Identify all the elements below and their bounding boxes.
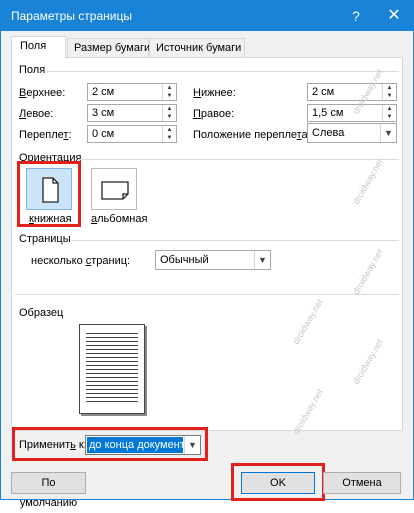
gutter-spinner[interactable]: 0 см ▲ ▼	[87, 125, 177, 143]
spinner-arrows: ▲ ▼	[382, 84, 396, 100]
preview-section-title: Образец	[19, 307, 64, 319]
spinner-arrows: ▲ ▼	[162, 126, 176, 142]
dialog-title: Параметры страницы	[11, 9, 132, 23]
margins-separator	[47, 71, 399, 72]
preview-text-line	[86, 381, 138, 382]
chevron-down-icon[interactable]: ▼	[380, 124, 396, 142]
margins-section-title: Поля	[19, 64, 46, 76]
preview-text-line	[86, 389, 138, 390]
preview-text-line	[86, 385, 138, 386]
apply-to-label: Применить к:	[19, 439, 87, 451]
title-bar: Параметры страницы ? ✕	[1, 1, 413, 31]
spin-up-icon[interactable]: ▲	[163, 126, 176, 134]
spinner-arrows: ▲ ▼	[162, 84, 176, 100]
chevron-down-icon[interactable]: ▼	[184, 436, 200, 454]
orientation-separator	[79, 159, 399, 160]
left-margin-spinner[interactable]: 3 см ▲ ▼	[87, 104, 177, 122]
preview-page	[79, 324, 145, 414]
preview-text-line	[86, 341, 138, 342]
gutter-label: Переплет:	[19, 129, 72, 141]
spin-down-icon[interactable]: ▼	[163, 134, 176, 142]
spin-down-icon[interactable]: ▼	[163, 92, 176, 100]
preview-top-separator	[15, 294, 399, 295]
pages-separator	[71, 240, 399, 241]
gutter-value: 0 см	[92, 128, 115, 140]
gutter-position-select[interactable]: Слева ▼	[307, 123, 397, 143]
top-margin-value: 2 см	[92, 86, 115, 98]
bottom-margin-spinner[interactable]: 2 см ▲ ▼	[307, 83, 397, 101]
multiple-pages-label: несколько страниц:	[31, 255, 131, 267]
ok-button[interactable]: OK	[241, 472, 315, 494]
gutter-position-label: Положение переплета:	[193, 129, 311, 141]
top-margin-label: Верхнее:	[19, 87, 66, 99]
preview-text-line	[86, 345, 138, 346]
right-margin-value: 1,5 см	[312, 107, 344, 119]
chevron-down-icon[interactable]: ▼	[254, 251, 270, 269]
preview-text-line	[86, 365, 138, 366]
tab-paper-source[interactable]: Источник бумаги	[149, 38, 245, 58]
gutter-position-value: Слева	[312, 127, 345, 139]
portrait-button[interactable]	[26, 168, 72, 210]
spin-down-icon[interactable]: ▼	[163, 113, 176, 121]
right-margin-label: Правое:	[193, 108, 235, 120]
multiple-pages-select[interactable]: Обычный ▼	[155, 250, 271, 270]
spinner-arrows: ▲ ▼	[162, 105, 176, 121]
spin-up-icon[interactable]: ▲	[163, 84, 176, 92]
left-margin-label: Левое:	[19, 108, 54, 120]
set-default-button[interactable]: По умолчанию	[11, 472, 86, 509]
apply-to-select[interactable]: до конца документа ▼	[85, 435, 201, 455]
preview-text-line	[86, 373, 138, 374]
spin-up-icon[interactable]: ▲	[163, 105, 176, 113]
spinner-arrows: ▲ ▼	[382, 105, 396, 121]
bottom-margin-value: 2 см	[312, 86, 335, 98]
landscape-label: альбомная	[91, 213, 148, 225]
preview-text-line	[86, 357, 138, 358]
preview-text-line	[86, 397, 138, 398]
preview-text-line	[86, 401, 138, 402]
top-margin-spinner[interactable]: 2 см ▲ ▼	[87, 83, 177, 101]
tab-paper-size[interactable]: Размер бумаги	[67, 38, 150, 58]
bottom-margin-label: Нижнее:	[193, 87, 236, 99]
cancel-button[interactable]: Отмена	[323, 472, 401, 494]
preview-text-line	[86, 337, 138, 338]
preview-text-line	[86, 361, 138, 362]
portrait-label: книжная	[29, 213, 72, 225]
preview-text-line	[86, 377, 138, 378]
multiple-pages-value: Обычный	[160, 254, 209, 266]
left-margin-value: 3 см	[92, 107, 115, 119]
help-icon[interactable]: ?	[339, 1, 373, 31]
landscape-button[interactable]	[91, 168, 137, 210]
portrait-page-icon	[42, 177, 59, 203]
spin-up-icon[interactable]: ▲	[383, 84, 396, 92]
spin-down-icon[interactable]: ▼	[383, 113, 396, 121]
spin-down-icon[interactable]: ▼	[383, 92, 396, 100]
close-icon[interactable]: ✕	[377, 1, 411, 31]
preview-text-line	[86, 369, 138, 370]
landscape-page-icon	[101, 181, 129, 200]
preview-text-line	[86, 333, 138, 334]
page-setup-dialog: Параметры страницы ? ✕ Поля Размер бумаг…	[0, 0, 414, 509]
preview-text-line	[86, 349, 138, 350]
preview-text-line	[86, 393, 138, 394]
preview-text-line	[86, 353, 138, 354]
pages-section-title: Страницы	[19, 233, 71, 245]
spin-up-icon[interactable]: ▲	[383, 105, 396, 113]
apply-to-value: до конца документа	[87, 437, 183, 453]
tab-margins[interactable]: Поля	[11, 36, 66, 59]
